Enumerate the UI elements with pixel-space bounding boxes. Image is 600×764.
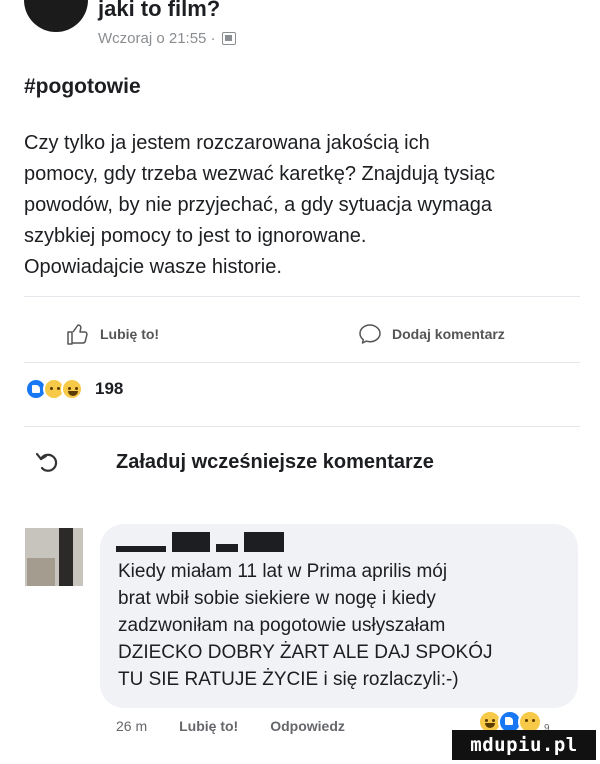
- refresh-icon: [35, 452, 58, 472]
- comment-actions: 26 m Lubię to! Odpowiedz: [116, 718, 345, 734]
- like-button[interactable]: Lubię to!: [66, 322, 159, 346]
- haha-reaction-icon: [61, 378, 83, 400]
- comment-icon: [359, 324, 381, 344]
- reaction-count: 198: [95, 379, 124, 398]
- thumbs-up-icon: [67, 324, 88, 345]
- commenter-avatar[interactable]: [25, 528, 83, 586]
- page-avatar[interactable]: [24, 0, 88, 32]
- comment-reply-button[interactable]: Odpowiedz: [270, 718, 345, 734]
- post-meta: Wczoraj o 21:55 ·: [98, 30, 236, 47]
- add-comment-button[interactable]: Dodaj komentarz: [358, 322, 505, 346]
- divider: [24, 362, 580, 363]
- post-body: Czy tylko ja jestem rozczarowana jakości…: [24, 132, 495, 278]
- comment-timestamp[interactable]: 26 m: [116, 718, 147, 734]
- redaction-block: [216, 544, 238, 552]
- post-timestamp[interactable]: Wczoraj o 21:55 ·: [98, 30, 216, 47]
- reactions-summary[interactable]: 198: [25, 378, 123, 400]
- divider: [24, 426, 580, 427]
- divider: [24, 296, 580, 297]
- add-comment-label: Dodaj komentarz: [392, 326, 505, 342]
- comment-text: Kiedy miałam 11 lat w Prima aprilis mój …: [118, 561, 493, 690]
- redaction-block: [244, 532, 284, 552]
- commenter-name-redacted[interactable]: [116, 532, 284, 552]
- load-earlier-label: Załaduj wcześniejsze komentarze: [116, 450, 434, 473]
- comment-like-button[interactable]: Lubię to!: [179, 718, 238, 734]
- load-earlier-comments[interactable]: Załaduj wcześniejsze komentarze: [34, 448, 434, 476]
- redaction-block: [116, 546, 166, 552]
- post-author[interactable]: jaki to film?: [98, 0, 220, 22]
- like-label: Lubię to!: [100, 326, 160, 342]
- redaction-block: [172, 532, 210, 552]
- audience-icon: [221, 32, 236, 45]
- watermark-logo: mdupiu.pl: [452, 730, 596, 760]
- post-header: jaki to film? Wczoraj o 21:55 ·: [0, 0, 600, 60]
- hashtag-link[interactable]: #pogotowie: [24, 75, 141, 99]
